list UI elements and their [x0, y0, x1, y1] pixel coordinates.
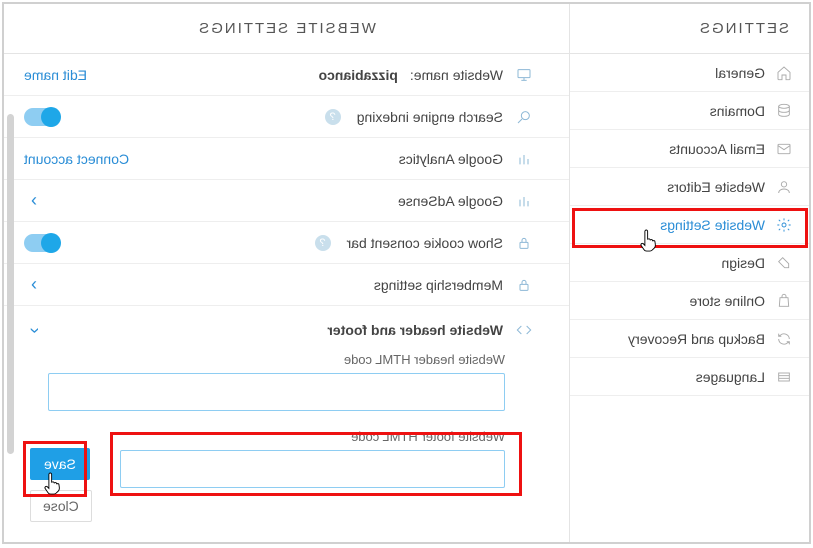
close-button[interactable]: Close: [30, 490, 92, 522]
home-icon: [775, 64, 793, 82]
chevron-right-icon: ›: [24, 274, 44, 295]
sidebar-item-label: Backup and Recovery: [628, 331, 765, 347]
header-code-label: Website header HTML code: [4, 348, 569, 373]
lock-icon: [515, 234, 533, 252]
header-code-input[interactable]: [48, 373, 505, 411]
adsense-label: Google AdSense: [398, 193, 503, 209]
sidebar-item-languages[interactable]: Languages: [570, 358, 809, 396]
sidebar-title: SETTINGS: [570, 4, 809, 54]
sidebar-item-label: Email Accounts: [669, 141, 765, 157]
flag-icon: [775, 368, 793, 386]
row-cookie-bar: Show cookie consent bar ?: [4, 222, 569, 264]
search-indexing-label: Search engine indexing: [357, 109, 503, 125]
sidebar-item-general[interactable]: General: [570, 54, 809, 92]
sidebar-item-label: Domains: [710, 103, 765, 119]
sidebar-item-label: Website Editors: [667, 179, 765, 195]
save-button[interactable]: Save: [30, 448, 90, 480]
sidebar-item-email[interactable]: Email Accounts: [570, 130, 809, 168]
main-title: WEBSITE SETTINGS: [4, 4, 569, 54]
sidebar-item-editors[interactable]: Website Editors: [570, 168, 809, 206]
main-panel: WEBSITE SETTINGS Website name: pizzabian…: [4, 4, 569, 542]
sidebar-item-label: Design: [721, 255, 765, 271]
chevron-right-icon: ›: [24, 190, 44, 211]
website-name-value: pizzabianco: [319, 67, 398, 83]
sidebar-item-store[interactable]: Online store: [570, 282, 809, 320]
user-icon: [775, 178, 793, 196]
footer-code-label: Website footer HTML code: [4, 425, 569, 450]
website-name-label: Website name:: [410, 67, 503, 83]
header-footer-label: Website header and footer: [327, 322, 503, 338]
monitor-icon: [515, 66, 533, 84]
analytics-label: Google Analytics: [399, 151, 503, 167]
row-membership[interactable]: Membership settings ›: [4, 264, 569, 306]
cookie-toggle[interactable]: [24, 234, 60, 252]
sidebar-item-label: General: [715, 65, 765, 81]
chevron-down-icon: ›: [24, 320, 45, 340]
settings-sidebar: SETTINGS General Domains Email Accounts …: [569, 4, 809, 542]
code-icon: [515, 321, 533, 339]
brush-icon: [775, 254, 793, 272]
row-analytics: Google Analytics Connect account: [4, 138, 569, 180]
help-icon[interactable]: ?: [325, 109, 341, 125]
sidebar-item-design[interactable]: Design: [570, 244, 809, 282]
sidebar-item-label: Online store: [690, 293, 765, 309]
mail-icon: [775, 140, 793, 158]
sidebar-item-domains[interactable]: Domains: [570, 92, 809, 130]
scrollbar[interactable]: [7, 114, 14, 454]
chart-icon: [515, 150, 533, 168]
search-indexing-toggle[interactable]: [24, 108, 60, 126]
lock-icon: [515, 276, 533, 294]
sidebar-item-label: Website Settings: [660, 217, 765, 233]
membership-label: Membership settings: [374, 277, 503, 293]
search-icon: [515, 108, 533, 126]
sidebar-item-label: Languages: [696, 369, 765, 385]
footer-code-input[interactable]: [120, 450, 505, 488]
chart-icon: [515, 192, 533, 210]
gear-icon: [775, 216, 793, 234]
bag-icon: [775, 292, 793, 310]
row-website-name: Website name: pizzabianco Edit name: [4, 54, 569, 96]
cookie-label: Show cookie consent bar: [347, 235, 503, 251]
sidebar-item-website-settings[interactable]: Website Settings: [570, 206, 809, 244]
row-header-footer[interactable]: Website header and footer ›: [4, 306, 569, 348]
row-adsense[interactable]: Google AdSense ›: [4, 180, 569, 222]
database-icon: [775, 102, 793, 120]
sidebar-item-backup[interactable]: Backup and Recovery: [570, 320, 809, 358]
connect-account-link[interactable]: Connect account: [24, 151, 129, 167]
edit-name-link[interactable]: Edit name: [24, 67, 87, 83]
help-icon[interactable]: ?: [315, 235, 331, 251]
refresh-icon: [775, 330, 793, 348]
row-search-indexing: Search engine indexing ?: [4, 96, 569, 138]
